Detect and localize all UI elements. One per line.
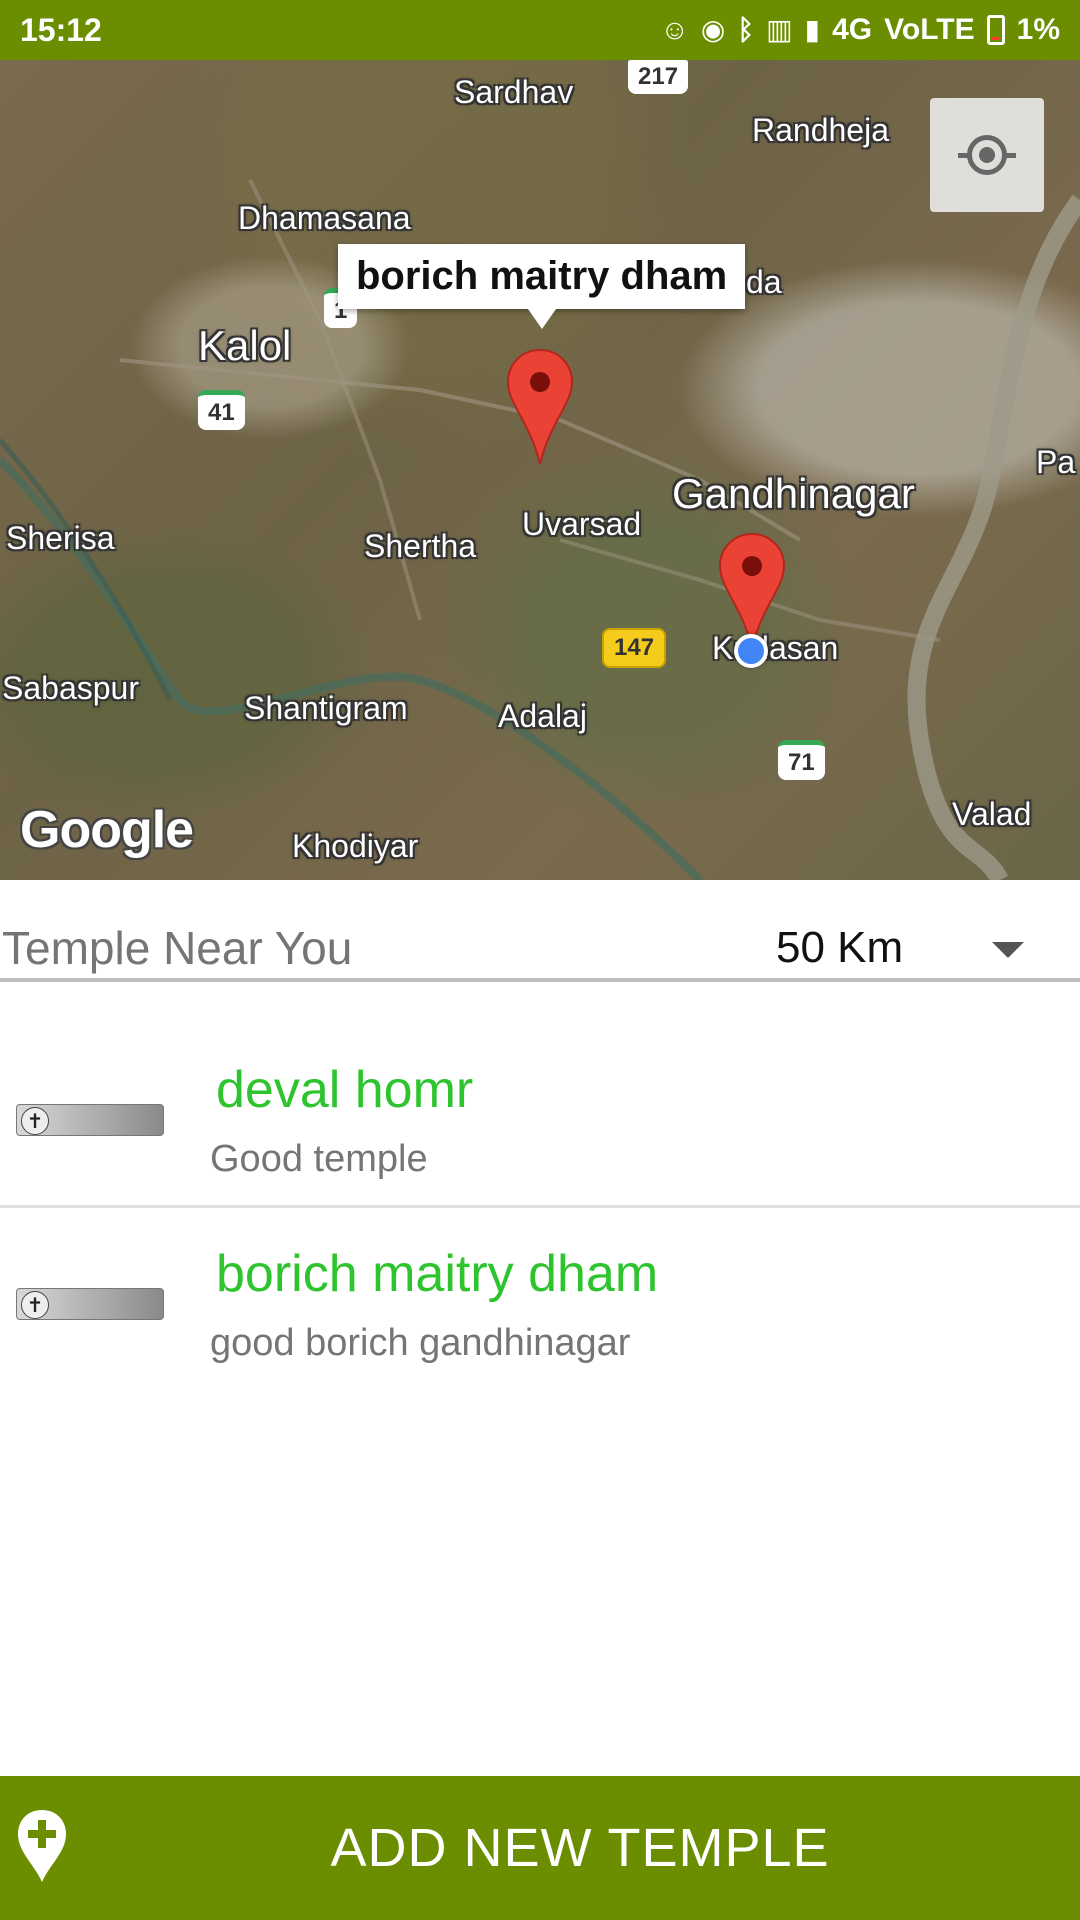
hotspot-icon: ◉	[700, 14, 726, 45]
map-view[interactable]: Sardhav Randheja Dhamasana da Kalol Sher…	[0, 60, 1080, 880]
map-label-valad: Valad	[952, 796, 1032, 832]
route-shield-71: 71	[778, 740, 825, 780]
volte-label: VoLTE	[884, 13, 975, 46]
app-root: 15:12 ☺ ◉ ᛒ ▥ ▮ 4G VoLTE 1% Sardhav Rand…	[0, 0, 1080, 1920]
map-label-pa: Pa	[1036, 444, 1076, 480]
cross-icon: ✝	[21, 1107, 49, 1135]
map-roads	[0, 179, 1080, 880]
temple-description: good borich gandhinagar	[210, 1322, 631, 1364]
list-item[interactable]: ✝ borich maitry dham good borich gandhin…	[0, 1208, 1080, 1392]
map-label-uvarsad: Uvarsad	[522, 506, 642, 542]
notification-icon: ☺	[660, 14, 689, 45]
list-item[interactable]: ✝ deval homr Good temple	[0, 1024, 1080, 1208]
map-label-kalol: Kalol	[198, 322, 292, 369]
map-label-shantigram: Shantigram	[244, 690, 408, 726]
temple-name: borich maitry dham	[216, 1245, 659, 1303]
status-bar: 15:12 ☺ ◉ ᛒ ▥ ▮ 4G VoLTE 1%	[0, 0, 1080, 60]
map-label-shertha: Shertha	[364, 528, 477, 564]
map-label-randheja: Randheja	[752, 112, 889, 148]
temple-name: deval homr	[216, 1061, 474, 1119]
my-location-button[interactable]	[930, 98, 1044, 212]
filter-label: Temple Near You	[2, 922, 353, 974]
cross-icon: ✝	[21, 1291, 49, 1319]
add-new-temple-button[interactable]: ADD NEW TEMPLE	[0, 1776, 1080, 1920]
battery-icon	[986, 15, 1005, 45]
battery-percent: 1%	[1016, 13, 1060, 46]
map-label-sherisa: Sherisa	[6, 520, 115, 556]
map-label-gandhinagar: Gandhinagar	[672, 470, 915, 517]
map-label-da: da	[746, 264, 782, 300]
route-shield-147: 147	[602, 628, 667, 668]
add-location-icon	[18, 1810, 66, 1882]
temple-thumbnail: ✝	[16, 1104, 164, 1136]
dropdown-arrow-icon[interactable]	[992, 942, 1024, 958]
route-shield-41: 41	[198, 390, 245, 430]
signal-icon: ▮	[804, 14, 821, 45]
distance-filter: Temple Near You 50 Km	[0, 918, 1080, 982]
temple-description: Good temple	[210, 1138, 428, 1180]
map-label-sardhav: Sardhav	[454, 74, 574, 110]
add-new-temple-label: ADD NEW TEMPLE	[330, 1818, 830, 1878]
map-label-adalaj: Adalaj	[498, 698, 587, 734]
map-label-khodiyar: Khodiyar	[292, 828, 419, 864]
distance-select[interactable]: 50 Km	[776, 923, 903, 973]
current-location-dot	[734, 634, 768, 668]
crosshair-icon	[958, 135, 1016, 175]
temple-thumbnail: ✝	[16, 1288, 164, 1320]
vibrate-icon: ▥	[766, 14, 793, 45]
route-shield-217: 217	[628, 60, 689, 94]
network-type: 4G	[832, 13, 873, 46]
temple-list: ✝ deval homr Good temple ✝ borich maitry…	[0, 1024, 1080, 1392]
bluetooth-icon: ᛒ	[737, 14, 755, 45]
marker-info-window[interactable]: borich maitry dham	[338, 244, 746, 329]
status-icons: ☺ ◉ ᛒ ▥ ▮ 4G VoLTE 1%	[660, 13, 1060, 47]
map-label-sabaspur: Sabaspur	[2, 670, 139, 706]
status-time: 15:12	[20, 11, 102, 48]
temple-marker-deval[interactable]	[718, 532, 786, 650]
google-logo: Google	[20, 801, 194, 859]
map-label-dhamasana: Dhamasana	[238, 200, 411, 236]
temple-marker-borich[interactable]	[506, 348, 574, 466]
